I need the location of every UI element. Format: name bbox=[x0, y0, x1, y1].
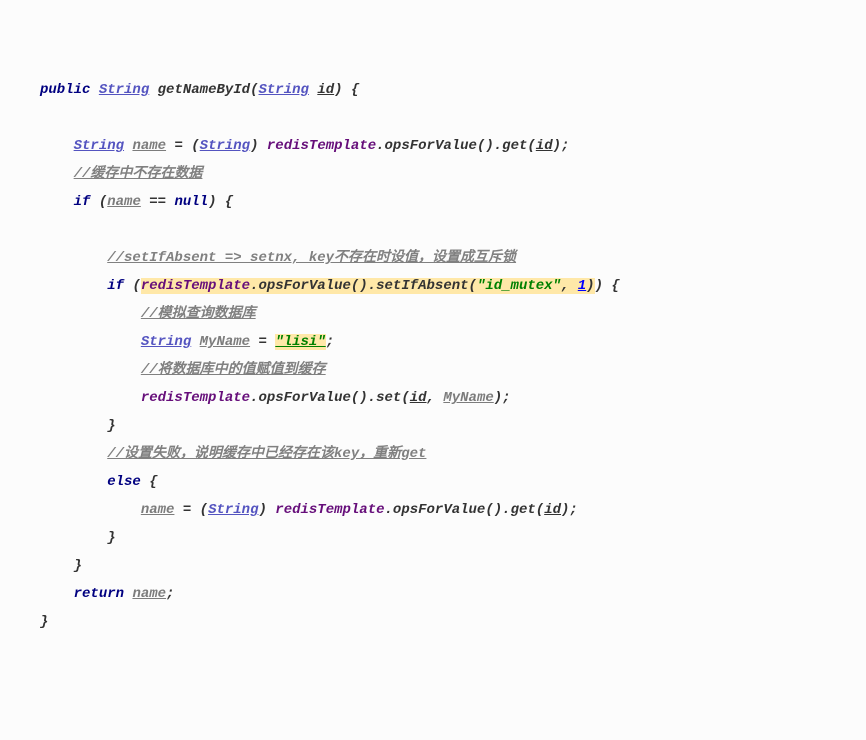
op-assign: = bbox=[183, 502, 191, 518]
arg-id: id bbox=[544, 502, 561, 518]
comment-set-failed: //设置失败，说明缓存中已经存在该key，重新get bbox=[107, 446, 426, 462]
param-name: id bbox=[317, 82, 334, 98]
brace-open: { bbox=[225, 194, 233, 210]
method-opsforvalue: opsForValue bbox=[385, 138, 477, 154]
op-assign: = bbox=[174, 138, 182, 154]
method-opsforvalue: opsForValue bbox=[393, 502, 485, 518]
brace-close: } bbox=[40, 614, 48, 630]
type-string: String bbox=[74, 138, 124, 154]
semicolon: ; bbox=[166, 586, 174, 602]
field-redistemplate: redisTemplate bbox=[275, 502, 384, 518]
brace-close: } bbox=[107, 418, 115, 434]
dot: . bbox=[376, 138, 384, 154]
comma: , bbox=[427, 390, 444, 406]
var-name: name bbox=[107, 194, 141, 210]
comment-assign-cache: //将数据库中的值赋值到缓存 bbox=[141, 362, 326, 378]
method-setifabsent: setIfAbsent bbox=[376, 278, 468, 294]
paren-close: ) bbox=[250, 138, 258, 154]
paren-open: ( bbox=[527, 138, 535, 154]
keyword-return: return bbox=[74, 586, 124, 602]
paren-close: ) bbox=[334, 82, 342, 98]
paren-close: ) bbox=[258, 502, 266, 518]
string-lisi: "lisi" bbox=[275, 334, 325, 350]
paren-close-semi: ); bbox=[553, 138, 570, 154]
paren-open: ( bbox=[200, 502, 208, 518]
brace-open: { bbox=[351, 82, 359, 98]
paren-open: ( bbox=[401, 390, 409, 406]
paren-open: ( bbox=[536, 502, 544, 518]
method-opsforvalue: opsForValue bbox=[258, 278, 350, 294]
code-block: public String getNameById(String id) { S… bbox=[40, 76, 826, 636]
paren-open: ( bbox=[132, 278, 140, 294]
paren-open: ( bbox=[191, 138, 199, 154]
keyword-null: null bbox=[174, 194, 208, 210]
keyword-if: if bbox=[74, 194, 91, 210]
comment-simulate-db: //模拟查询数据库 bbox=[141, 306, 256, 322]
parens: (). bbox=[485, 502, 510, 518]
parens: (). bbox=[477, 138, 502, 154]
op-assign: = bbox=[258, 334, 266, 350]
paren-close-semi: ); bbox=[494, 390, 511, 406]
cast-type: String bbox=[200, 138, 250, 154]
parens: (). bbox=[351, 278, 376, 294]
comma: , bbox=[561, 278, 578, 294]
type-string: String bbox=[141, 334, 191, 350]
var-name: name bbox=[132, 586, 166, 602]
brace-open: { bbox=[149, 474, 157, 490]
paren-close: ) bbox=[208, 194, 216, 210]
keyword-public: public bbox=[40, 82, 90, 98]
dot: . bbox=[385, 502, 393, 518]
arg-myname: MyName bbox=[443, 390, 493, 406]
var-name: name bbox=[132, 138, 166, 154]
brace-close: } bbox=[74, 558, 82, 574]
paren-open: ( bbox=[469, 278, 477, 294]
paren-close-semi: ); bbox=[561, 502, 578, 518]
paren-close: ) bbox=[586, 278, 594, 294]
method-get: get bbox=[511, 502, 536, 518]
method-set: set bbox=[376, 390, 401, 406]
literal-one: 1 bbox=[578, 278, 586, 294]
field-redistemplate: redisTemplate bbox=[267, 138, 376, 154]
method-opsforvalue: opsForValue bbox=[258, 390, 350, 406]
paren-close: ) bbox=[595, 278, 603, 294]
method-name: getNameById bbox=[158, 82, 250, 98]
type-string: String bbox=[99, 82, 149, 98]
comment-cache-not-exist: //缓存中不存在数据 bbox=[74, 166, 203, 182]
keyword-if: if bbox=[107, 278, 124, 294]
arg-id: id bbox=[410, 390, 427, 406]
keyword-else: else bbox=[107, 474, 141, 490]
paren-open: ( bbox=[99, 194, 107, 210]
op-eq: == bbox=[149, 194, 166, 210]
field-redistemplate: redisTemplate bbox=[141, 278, 250, 294]
comment-setifabsent: //setIfAbsent => setnx, key不存在时设值，设置成互斥锁 bbox=[107, 250, 516, 266]
string-id-mutex: "id_mutex" bbox=[477, 278, 561, 294]
brace-open: { bbox=[611, 278, 619, 294]
field-redistemplate: redisTemplate bbox=[141, 390, 250, 406]
cast-type: String bbox=[208, 502, 258, 518]
var-name: name bbox=[141, 502, 175, 518]
arg-id: id bbox=[536, 138, 553, 154]
method-get: get bbox=[502, 138, 527, 154]
parens: (). bbox=[351, 390, 376, 406]
semicolon: ; bbox=[326, 334, 334, 350]
var-myname: MyName bbox=[200, 334, 250, 350]
param-type: String bbox=[258, 82, 308, 98]
brace-close: } bbox=[107, 530, 115, 546]
